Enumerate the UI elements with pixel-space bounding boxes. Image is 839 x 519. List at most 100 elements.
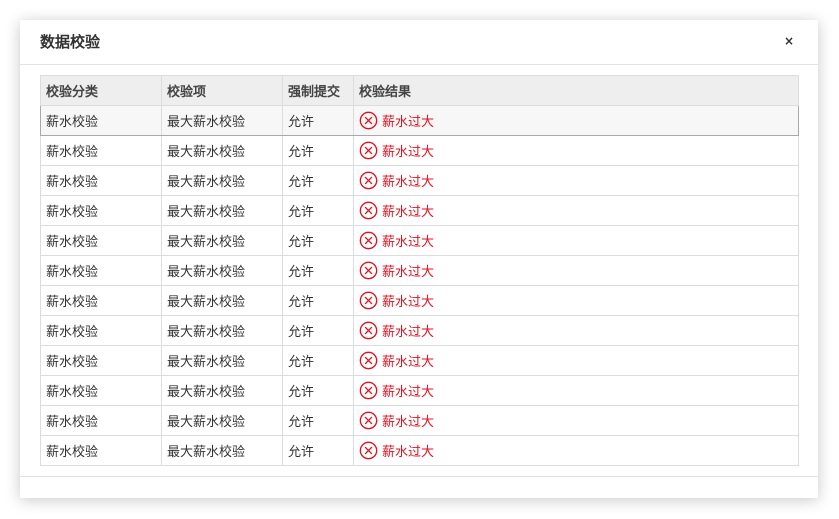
circle-x-icon	[359, 201, 378, 220]
result-error: 薪水过大	[359, 381, 798, 400]
cell-item: 最大薪水校验	[161, 255, 283, 286]
table-header: 校验分类 校验项 强制提交 校验结果	[40, 75, 799, 106]
table-row[interactable]: 薪水校验 最大薪水校验 允许 薪水过大	[40, 285, 799, 316]
table-row[interactable]: 薪水校验 最大薪水校验 允许 薪水过大	[40, 225, 799, 256]
cell-force-submit: 允许	[282, 195, 354, 226]
cell-result: 薪水过大	[353, 255, 799, 286]
column-header-category[interactable]: 校验分类	[40, 75, 162, 106]
table-body: 薪水校验 最大薪水校验 允许 薪水过大 薪水校验 最大薪水校验 允许 薪水过大 薪水校验 最大薪水…	[40, 105, 799, 466]
result-error: 薪水过大	[359, 351, 798, 370]
circle-x-icon	[359, 411, 378, 430]
table-row[interactable]: 薪水校验 最大薪水校验 允许 薪水过大	[40, 135, 799, 166]
result-error: 薪水过大	[359, 201, 798, 220]
cell-item: 最大薪水校验	[161, 225, 283, 256]
dialog-title: 数据校验	[40, 33, 101, 51]
table-row[interactable]: 薪水校验 最大薪水校验 允许 薪水过大	[40, 345, 799, 376]
column-header-force-submit[interactable]: 强制提交	[282, 75, 354, 106]
result-error: 薪水过大	[359, 411, 798, 430]
result-text: 薪水过大	[382, 265, 435, 280]
cell-item: 最大薪水校验	[161, 345, 283, 376]
result-text: 薪水过大	[382, 235, 435, 250]
data-validation-dialog: 数据校验 × 校验分类 校验项 强制提交 校验结果 薪水校验 最大薪水校验 允许 薪水…	[20, 20, 818, 498]
cell-category: 薪水校验	[40, 405, 162, 436]
cell-force-submit: 允许	[282, 165, 354, 196]
circle-x-icon	[359, 381, 378, 400]
result-error: 薪水过大	[359, 141, 798, 160]
result-text: 薪水过大	[382, 445, 435, 460]
result-text: 薪水过大	[382, 115, 435, 130]
close-button[interactable]: ×	[782, 34, 796, 48]
result-error: 薪水过大	[359, 261, 798, 280]
cell-force-submit: 允许	[282, 405, 354, 436]
circle-x-icon	[359, 111, 378, 130]
result-text: 薪水过大	[382, 415, 435, 430]
cell-result: 薪水过大	[353, 135, 799, 166]
result-text: 薪水过大	[382, 145, 435, 160]
cell-category: 薪水校验	[40, 345, 162, 376]
table-row[interactable]: 薪水校验 最大薪水校验 允许 薪水过大	[40, 105, 799, 136]
cell-force-submit: 允许	[282, 225, 354, 256]
cell-result: 薪水过大	[353, 285, 799, 316]
result-text: 薪水过大	[382, 175, 435, 190]
cell-category: 薪水校验	[40, 225, 162, 256]
cell-force-submit: 允许	[282, 255, 354, 286]
cell-force-submit: 允许	[282, 345, 354, 376]
cell-result: 薪水过大	[353, 225, 799, 256]
cell-item: 最大薪水校验	[161, 435, 283, 466]
circle-x-icon	[359, 441, 378, 460]
cell-result: 薪水过大	[353, 435, 799, 466]
cell-result: 薪水过大	[353, 375, 799, 406]
result-error: 薪水过大	[359, 321, 798, 340]
column-header-item[interactable]: 校验项	[161, 75, 283, 106]
cell-result: 薪水过大	[353, 315, 799, 346]
dialog-header: 数据校验 ×	[20, 20, 818, 65]
cell-force-submit: 允许	[282, 435, 354, 466]
result-text: 薪水过大	[382, 205, 435, 220]
result-error: 薪水过大	[359, 231, 798, 250]
validation-table: 校验分类 校验项 强制提交 校验结果 薪水校验 最大薪水校验 允许 薪水过大 薪水校验最…	[40, 75, 799, 466]
cell-category: 薪水校验	[40, 435, 162, 466]
result-text: 薪水过大	[382, 385, 435, 400]
cell-category: 薪水校验	[40, 195, 162, 226]
cell-result: 薪水过大	[353, 195, 799, 226]
cell-item: 最大薪水校验	[161, 405, 283, 436]
cell-item: 最大薪水校验	[161, 165, 283, 196]
cell-item: 最大薪水校验	[161, 285, 283, 316]
cell-category: 薪水校验	[40, 135, 162, 166]
cell-category: 薪水校验	[40, 255, 162, 286]
result-text: 薪水过大	[382, 325, 435, 340]
table-row[interactable]: 薪水校验 最大薪水校验 允许 薪水过大	[40, 255, 799, 286]
table-row[interactable]: 薪水校验 最大薪水校验 允许 薪水过大	[40, 195, 799, 226]
cell-force-submit: 允许	[282, 315, 354, 346]
cell-item: 最大薪水校验	[161, 135, 283, 166]
circle-x-icon	[359, 141, 378, 160]
circle-x-icon	[359, 321, 378, 340]
table-row[interactable]: 薪水校验 最大薪水校验 允许 薪水过大	[40, 165, 799, 196]
result-error: 薪水过大	[359, 291, 798, 310]
circle-x-icon	[359, 171, 378, 190]
circle-x-icon	[359, 351, 378, 370]
circle-x-icon	[359, 261, 378, 280]
cell-result: 薪水过大	[353, 165, 799, 196]
column-header-result[interactable]: 校验结果	[353, 75, 799, 106]
result-error: 薪水过大	[359, 441, 798, 460]
cell-category: 薪水校验	[40, 375, 162, 406]
cell-force-submit: 允许	[282, 375, 354, 406]
table-row[interactable]: 薪水校验 最大薪水校验 允许 薪水过大	[40, 435, 799, 466]
cell-item: 最大薪水校验	[161, 375, 283, 406]
cell-force-submit: 允许	[282, 105, 354, 136]
result-error: 薪水过大	[359, 171, 798, 190]
circle-x-icon	[359, 231, 378, 250]
table-row[interactable]: 薪水校验 最大薪水校验 允许 薪水过大	[40, 315, 799, 346]
result-text: 薪水过大	[382, 295, 435, 310]
cell-result: 薪水过大	[353, 105, 799, 136]
cell-item: 最大薪水校验	[161, 105, 283, 136]
cell-force-submit: 允许	[282, 135, 354, 166]
cell-category: 薪水校验	[40, 285, 162, 316]
circle-x-icon	[359, 291, 378, 310]
result-text: 薪水过大	[382, 355, 435, 370]
cell-category: 薪水校验	[40, 105, 162, 136]
table-row[interactable]: 薪水校验 最大薪水校验 允许 薪水过大	[40, 405, 799, 436]
cell-result: 薪水过大	[353, 405, 799, 436]
table-row[interactable]: 薪水校验 最大薪水校验 允许 薪水过大	[40, 375, 799, 406]
